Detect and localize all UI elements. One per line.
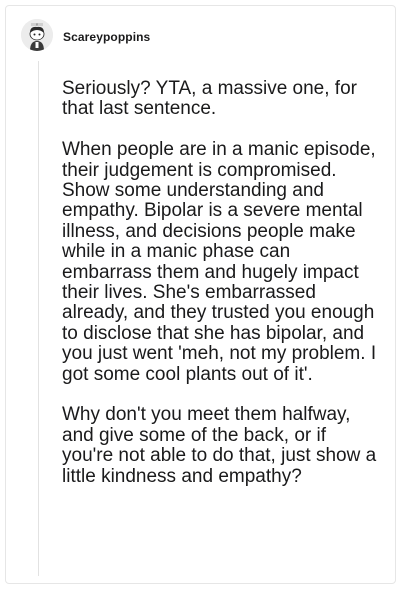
comment-paragraph: When people are in a manic episode, thei…: [62, 139, 377, 385]
comment-paragraph: Seriously? YTA, a massive one, for that …: [62, 78, 357, 120]
comment-body: Seriously? YTA, a massive one, for that …: [62, 78, 382, 487]
avatar[interactable]: ℵ: [21, 19, 53, 51]
snoo-avatar-icon: ℵ: [21, 19, 53, 51]
comment-paragraph: Why don't you meet them halfway, and giv…: [62, 404, 377, 487]
thread-line[interactable]: [38, 61, 39, 576]
comment-author[interactable]: Scareypoppins: [63, 30, 150, 44]
